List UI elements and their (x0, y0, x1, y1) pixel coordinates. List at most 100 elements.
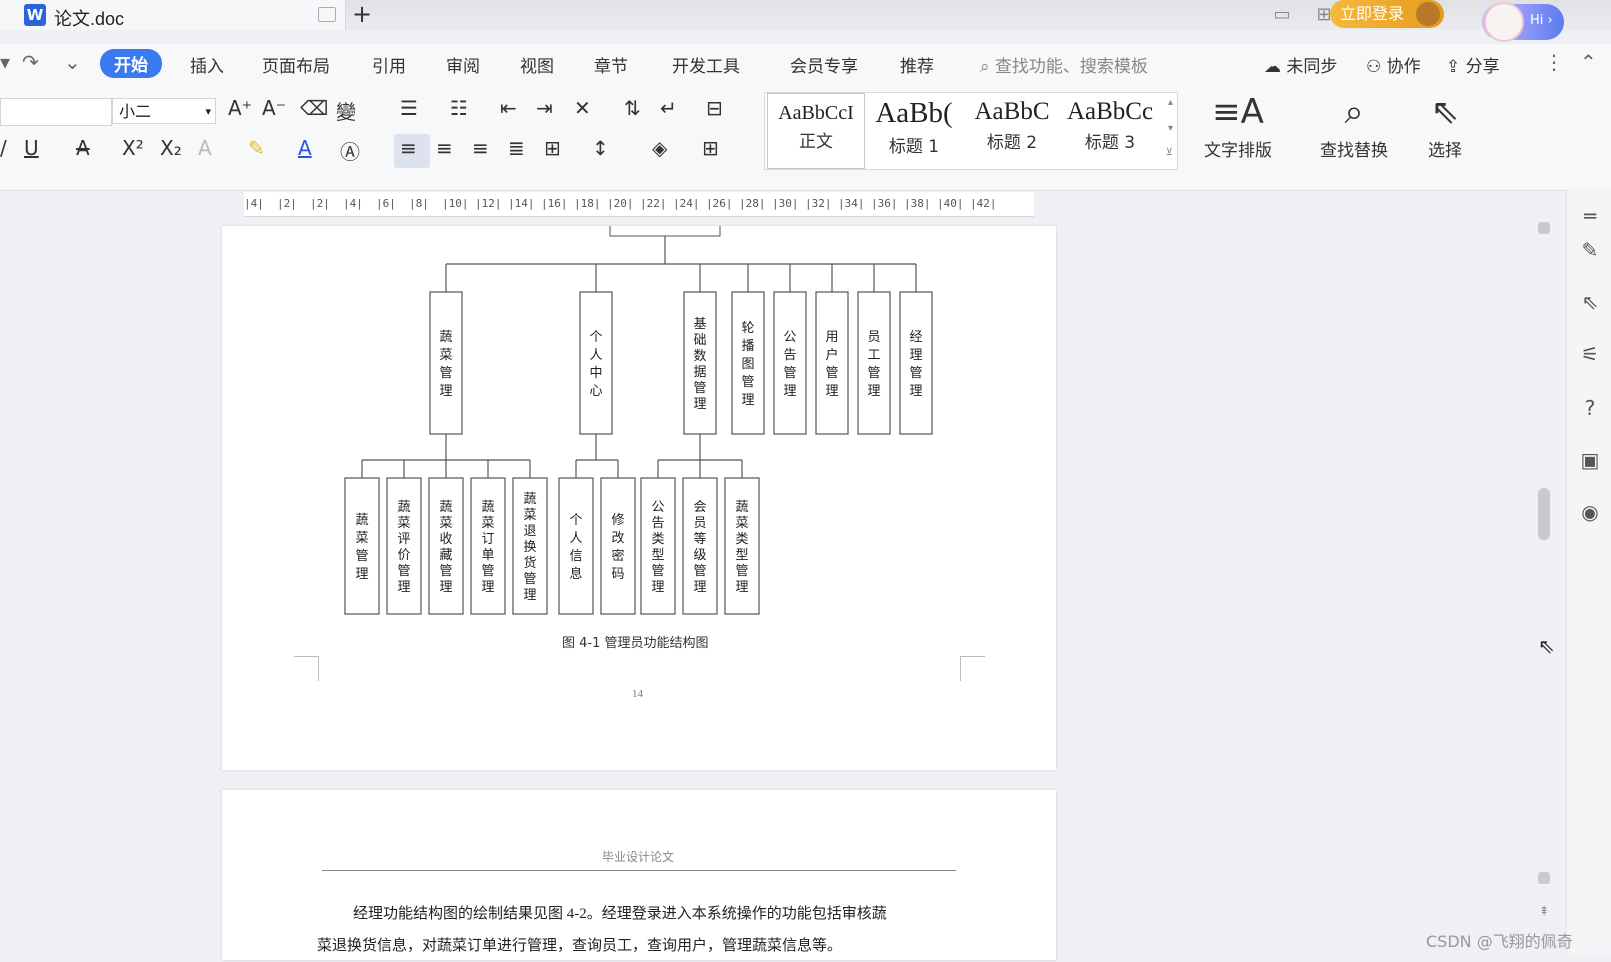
text-effect-icon[interactable]: A (198, 136, 212, 160)
horizontal-ruler[interactable]: |4| |2| |2| |4| |6| |8| |10| |12| |14| |16| |18| |2… (244, 192, 1034, 217)
share-button[interactable]: ⇪ 分享 (1446, 52, 1500, 77)
svg-text:菜: 菜 (439, 516, 452, 531)
collab-icon: ⚇ (1366, 57, 1382, 77)
scroll-up-icon[interactable] (1538, 222, 1550, 234)
document-page[interactable]: 蔬菜管理个人中心基础数据管理轮播图管理公告管理用户管理员工管理经理管理蔬菜管理蔬… (222, 226, 1056, 770)
tab-start[interactable]: 开始 (100, 49, 162, 78)
tab-page-layout[interactable]: 页面布局 (262, 52, 330, 77)
align-left-icon[interactable]: ≡ (400, 136, 417, 160)
phonetic-guide-icon[interactable]: 變 (336, 96, 356, 125)
svg-text:退: 退 (523, 524, 536, 539)
svg-text:级: 级 (693, 548, 706, 563)
text-layout-button[interactable]: ≡A 文字排版 (1204, 92, 1272, 161)
svg-text:播: 播 (741, 339, 754, 354)
find-replace-button[interactable]: ⌕ 查找替换 (1320, 92, 1388, 161)
scroll-down-icon[interactable] (1538, 872, 1550, 884)
underline-icon[interactable]: U (24, 136, 39, 160)
scroll-thumb[interactable] (1538, 488, 1550, 540)
highlight-icon[interactable]: ✎ (248, 136, 265, 160)
style-sample: AaBbCc (1066, 98, 1154, 125)
font-name-select[interactable] (0, 98, 112, 126)
strikethrough-icon[interactable]: A (76, 136, 90, 160)
gallery-up-icon[interactable]: ▴ (1168, 97, 1173, 108)
search-input[interactable]: ⌕ 查找功能、搜索模板 (980, 52, 1148, 77)
grow-font-icon[interactable]: A⁺ (228, 96, 252, 120)
sort-icon[interactable]: ⇅ (624, 96, 641, 120)
align-center-icon[interactable]: ≡ (436, 136, 453, 160)
increase-indent-icon[interactable]: ⇥ (536, 96, 553, 120)
align-right-icon[interactable]: ≡ (472, 136, 489, 160)
search-placeholder: 查找功能、搜索模板 (994, 57, 1148, 77)
tab-review[interactable]: 审阅 (446, 52, 480, 77)
numbering-icon[interactable]: ☷ (450, 96, 468, 120)
style-heading-2[interactable]: AaBbC 标题 2 (963, 93, 1061, 169)
prev-page-icon[interactable]: ⇞ (1539, 904, 1549, 918)
more-icon[interactable]: ⋮ (1544, 50, 1564, 74)
redo-icon[interactable]: ↷ (22, 50, 39, 74)
select-button[interactable]: ⇖ 选择 (1428, 92, 1462, 161)
tab-developer[interactable]: 开发工具 (672, 52, 740, 77)
tab-view[interactable]: 视图 (520, 52, 554, 77)
table-of-contents-icon[interactable]: ⊟ (706, 96, 723, 120)
style-normal[interactable]: AaBbCcI 正文 (767, 93, 865, 169)
collab-button[interactable]: ⚇ 协作 (1366, 52, 1421, 77)
document-page[interactable]: 毕业设计论文 经理功能结构图的绘制结果见图 4-2。经理登录进入本系统操作的功能… (222, 790, 1056, 960)
adjust-icon[interactable]: ⚟ (1578, 342, 1602, 366)
help-icon[interactable]: ? (1578, 396, 1602, 420)
tab-member[interactable]: 会员专享 (790, 52, 858, 77)
body-paragraph[interactable]: 经理功能结构图的绘制结果见图 4-2。经理登录进入本系统操作的功能包括审核蔬 菜… (317, 898, 967, 962)
tab-insert[interactable]: 插入 (190, 52, 224, 77)
document-tab[interactable]: W 论文.doc (0, 0, 346, 30)
style-label: 标题 3 (1084, 133, 1136, 153)
justify-icon[interactable]: ≣ (508, 136, 525, 160)
image-tool-icon[interactable]: ▣ (1578, 448, 1602, 472)
style-heading-1[interactable]: AaBb( 标题 1 (865, 93, 963, 169)
decrease-indent-icon[interactable]: ⇤ (500, 96, 517, 120)
clear-format-icon[interactable]: ⌫ (300, 96, 328, 120)
vertical-scrollbar[interactable]: ⇞ (1536, 216, 1552, 956)
pointer-icon[interactable]: ⇖ (1578, 290, 1602, 314)
tab-references[interactable]: 引用 (372, 52, 406, 77)
tab-recommend[interactable]: 推荐 (900, 52, 934, 77)
svg-text:管: 管 (735, 564, 748, 579)
italic-icon[interactable]: / (0, 136, 7, 160)
login-button[interactable]: 立即登录 (1330, 0, 1444, 28)
subscript-icon[interactable]: X₂ (160, 136, 182, 160)
svg-text:藏: 藏 (439, 548, 452, 563)
superscript-icon[interactable]: X² (122, 136, 144, 160)
ruler-tick-label: |42| (970, 197, 997, 210)
gallery-expand-icon[interactable]: ⊻ (1166, 147, 1173, 158)
char-border-icon[interactable]: Ⓐ (340, 136, 360, 165)
panel-handle-icon[interactable]: ═ (1578, 204, 1602, 228)
pointer-icon: ⇖ (1430, 92, 1460, 132)
show-marks-icon[interactable]: ↵ (660, 96, 677, 120)
shrink-font-icon[interactable]: A⁻ (262, 96, 286, 120)
font-color-icon[interactable]: A (298, 136, 312, 160)
pen-icon[interactable]: ✎ (1578, 238, 1602, 262)
share-icon: ⇪ (1446, 57, 1461, 77)
tab-monitor-icon[interactable] (318, 7, 336, 22)
ai-assistant-icon[interactable]: ◉ (1578, 500, 1602, 524)
svg-text:菜: 菜 (523, 508, 536, 523)
new-tab-button[interactable]: + (352, 0, 372, 28)
shading-icon[interactable]: ◈ (652, 136, 667, 160)
font-size-select[interactable]: 小二 ▾ (112, 98, 216, 124)
svg-text:个: 个 (589, 330, 602, 345)
bullets-icon[interactable]: ☰ (400, 96, 418, 120)
chevron-down-icon: ▾ (205, 105, 211, 118)
line-spacing-icon[interactable]: ↕ (592, 136, 609, 160)
borders-icon[interactable]: ⊞ (702, 136, 719, 160)
ruler-tick-label: |18| (574, 197, 601, 210)
style-heading-3[interactable]: AaBbCc 标题 3 (1061, 93, 1159, 169)
sync-button[interactable]: ☁ 未同步 (1264, 52, 1337, 77)
window-layout-icon[interactable]: ▭ (1268, 4, 1296, 26)
chinese-layout-icon[interactable]: ✕ (574, 96, 591, 120)
gallery-down-icon[interactable]: ▾ (1168, 123, 1173, 134)
assistant-badge[interactable]: Hi › (1482, 2, 1564, 42)
customize-dropdown-icon[interactable]: ⌄ (64, 50, 81, 74)
collapse-ribbon-icon[interactable]: ⌃ (1580, 50, 1597, 74)
svg-text:蔬: 蔬 (439, 500, 452, 515)
undo-dropdown-icon[interactable]: ▾ (0, 50, 10, 74)
distribute-icon[interactable]: ⊞ (544, 136, 561, 160)
tab-chapter[interactable]: 章节 (594, 52, 628, 77)
